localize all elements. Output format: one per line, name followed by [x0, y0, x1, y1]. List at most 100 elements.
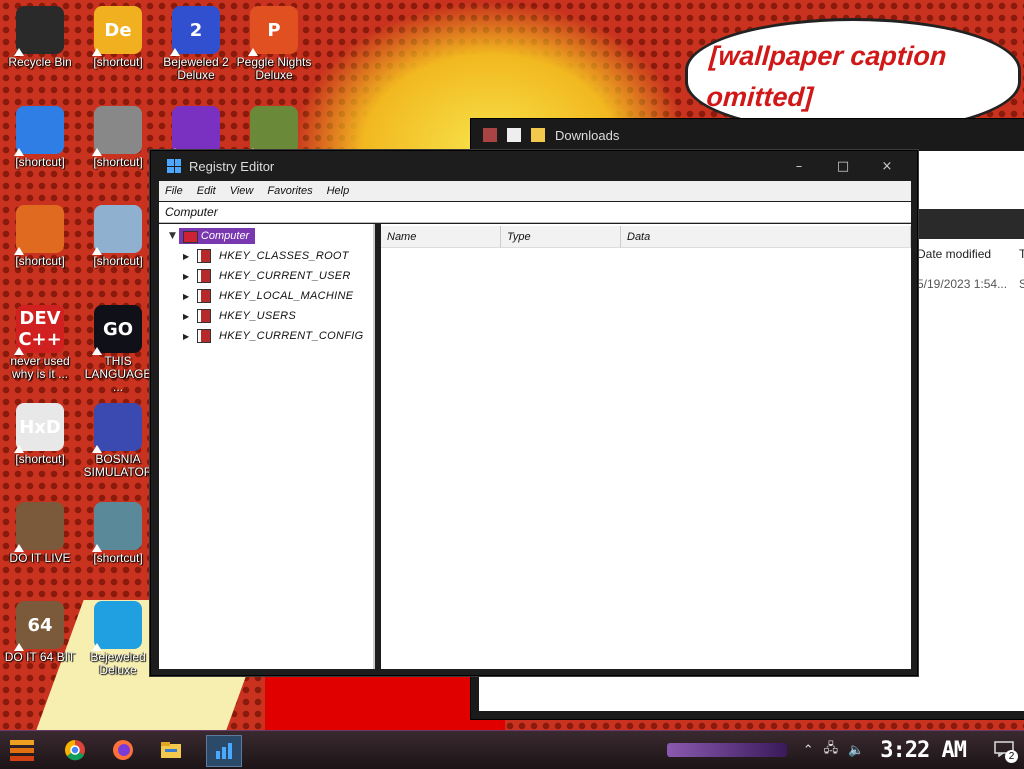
taskbar-registry-editor[interactable] [206, 735, 242, 767]
file-type[interactable]: S [1019, 277, 1024, 291]
tree-node-hkey-classes-root[interactable]: ▶ HKEY_CLASSES_ROOT [183, 246, 349, 266]
firefox-icon [113, 740, 133, 760]
collapse-arrow-icon[interactable]: ▼ [169, 231, 176, 241]
minimize-button[interactable]: – [777, 157, 821, 177]
desktop-icon[interactable]: 64 DO IT 64 BIT [0, 601, 80, 664]
menu-help[interactable]: Help [327, 185, 350, 197]
network-icon[interactable]: 🖧 [824, 739, 839, 761]
registry-editor-window[interactable]: Registry Editor – □ × File Edit View Fav… [150, 150, 918, 676]
desktop-icon-label: [shortcut] [15, 155, 65, 169]
desktop-icon[interactable]: HxD [shortcut] [0, 403, 80, 466]
expand-arrow-icon[interactable]: ▶ [183, 272, 195, 281]
plants-icon [248, 106, 298, 156]
computer-icon [182, 231, 198, 243]
explorer-titlebar[interactable]: Downloads [471, 119, 1024, 151]
checkmark-icon[interactable] [507, 128, 521, 142]
explorer-title: Downloads [555, 127, 620, 143]
folder-icon[interactable] [531, 128, 545, 142]
desktop-icon[interactable]: [shortcut] [0, 205, 80, 268]
system-tray: ⌃ 🖧 🔈 3:22 AM 2 [666, 731, 1024, 769]
column-type[interactable]: T [1019, 247, 1024, 261]
menu-view[interactable]: View [230, 185, 254, 197]
file-date[interactable]: 5/19/2023 1:54... [917, 277, 1007, 291]
folder-icon [197, 269, 211, 283]
shortcut-arrow-icon [14, 247, 24, 255]
column-type[interactable]: Type [501, 226, 621, 248]
desktop-icon-label: Bejeweled Deluxe [90, 650, 146, 677]
desktop-icon[interactable] [156, 106, 236, 156]
desktop-icon[interactable]: [shortcut] [78, 106, 158, 169]
desktop-icon-label: [shortcut] [15, 452, 65, 466]
registry-editor-icon [167, 159, 181, 173]
desktop-icon-label: DO IT 64 BIT [4, 650, 76, 664]
clock[interactable]: 3:22 AM [880, 738, 967, 763]
tree-node-hkey-current-config[interactable]: ▶ HKEY_CURRENT_CONFIG [183, 326, 363, 346]
start-icon [10, 740, 34, 761]
tree-node-hkey-users[interactable]: ▶ HKEY_USERS [183, 306, 296, 326]
address-bar[interactable]: Computer [159, 202, 911, 223]
tree-node-computer[interactable]: ▼ Computer [169, 228, 256, 244]
menu-favorites[interactable]: Favorites [267, 185, 312, 197]
maximize-button[interactable]: □ [821, 157, 865, 177]
taskbar-firefox[interactable] [106, 735, 140, 765]
expand-arrow-icon[interactable]: ▶ [183, 292, 195, 301]
desktop-icon-label: never used why is it ... [10, 354, 70, 381]
shortcut-arrow-icon [14, 148, 24, 156]
wallpaper-red-panel [265, 670, 505, 730]
desktop-icon[interactable]: P Peggle Nights Deluxe [234, 6, 314, 82]
desktop-icon[interactable]: GO THIS LANGUAGE ... [78, 305, 158, 394]
values-list[interactable]: Name Type Data [381, 224, 911, 669]
menu-file[interactable]: File [165, 185, 183, 197]
registry-editor-icon [216, 743, 232, 759]
desktop-icon[interactable]: 2 Bejeweled 2 Deluxe [156, 6, 236, 82]
app-de-icon: De [92, 6, 142, 56]
expand-arrow-icon[interactable]: ▶ [183, 252, 195, 261]
window-title: Registry Editor [189, 158, 275, 174]
shortcut-arrow-icon [14, 643, 24, 651]
desktop-icon[interactable]: DO IT LIVE [0, 502, 80, 565]
hive-label: HKEY_CURRENT_USER [219, 270, 351, 282]
desktop-icon[interactable]: [shortcut] [0, 106, 80, 169]
taskbar-file-explorer[interactable] [154, 735, 188, 765]
desktop-icon[interactable]: BOSNIA SIMULATOR [78, 403, 158, 479]
expand-arrow-icon[interactable]: ▶ [183, 312, 195, 321]
shortcut-arrow-icon [248, 48, 258, 56]
close-button[interactable]: × [865, 157, 909, 177]
desktop-icon[interactable]: DEV C++ never used why is it ... [0, 305, 80, 381]
portrait-icon [14, 502, 64, 552]
shortcut-arrow-icon [92, 247, 102, 255]
windows-shortcut-icon [92, 106, 142, 156]
devcpp-icon: DEV C++ [14, 305, 64, 355]
expand-arrow-icon[interactable]: ▶ [183, 332, 195, 341]
wallpaper-caption: [wallpaper caption omitted] [705, 41, 948, 112]
menu-bar: File Edit View Favorites Help [159, 181, 911, 201]
desktop-icon[interactable]: Bejeweled Deluxe [78, 601, 158, 677]
tree-node-hkey-local-machine[interactable]: ▶ HKEY_LOCAL_MACHINE [183, 286, 353, 306]
desktop-icon[interactable]: [shortcut] [78, 502, 158, 565]
shortcut-arrow-icon [170, 48, 180, 56]
chevron-up-icon[interactable]: ⌃ [803, 743, 814, 758]
desktop-icon[interactable] [234, 106, 314, 156]
desktop-icon[interactable]: Recycle Bin [0, 6, 80, 69]
taskbar-chrome[interactable] [58, 735, 92, 765]
notification-center[interactable]: 2 [994, 741, 1018, 763]
menu-edit[interactable]: Edit [197, 185, 216, 197]
desktop-icon[interactable]: [shortcut] [78, 205, 158, 268]
diamond-icon [92, 601, 142, 651]
shortcut-arrow-icon [92, 643, 102, 651]
start-button[interactable] [8, 737, 36, 763]
tree-node-hkey-current-user[interactable]: ▶ HKEY_CURRENT_USER [183, 266, 351, 286]
folder-icon [197, 289, 211, 303]
column-name[interactable]: Name [381, 226, 501, 248]
column-date-modified[interactable]: Date modified [917, 247, 991, 261]
file-explorer-icon [161, 742, 181, 758]
column-data[interactable]: Data [621, 226, 911, 248]
volume-icon[interactable]: 🔈 [848, 743, 864, 758]
desktop-icon[interactable]: De [shortcut] [78, 6, 158, 69]
tray-decoration [666, 743, 787, 757]
properties-icon[interactable] [483, 128, 497, 142]
hive-label: HKEY_USERS [219, 310, 296, 322]
shortcut-arrow-icon [92, 544, 102, 552]
firefox-icon [14, 205, 64, 255]
registry-tree[interactable]: ▼ Computer ▶ HKEY_CLASSES_ROOT ▶ HKEY_CU… [159, 224, 375, 669]
